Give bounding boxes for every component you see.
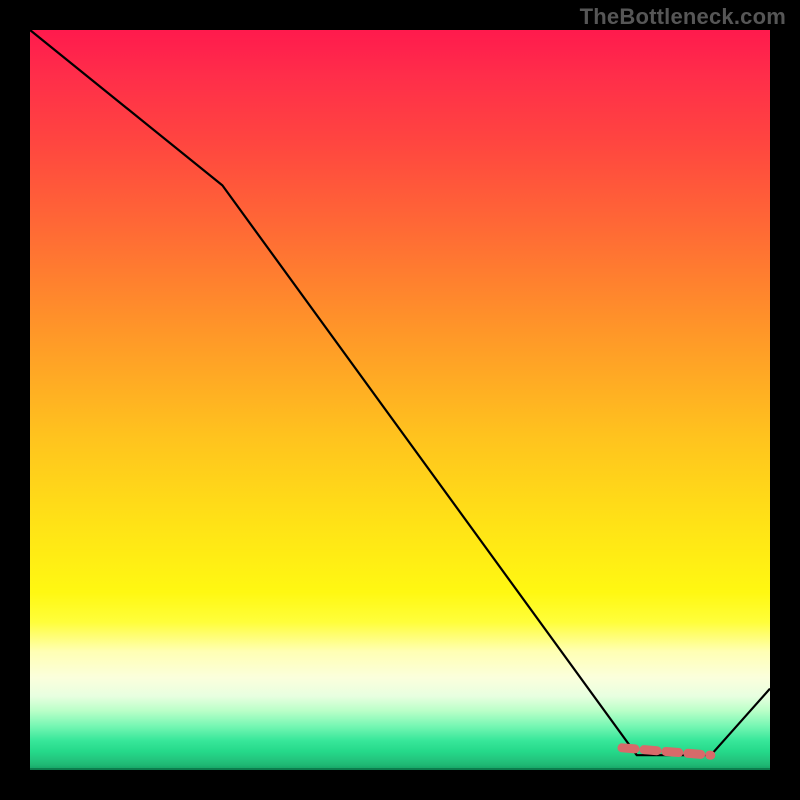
- plot-area: [30, 30, 770, 770]
- chart-svg: [30, 30, 770, 770]
- chart-frame: TheBottleneck.com: [0, 0, 800, 800]
- bottleneck-curve-line: [30, 30, 770, 755]
- watermark-text: TheBottleneck.com: [580, 4, 786, 30]
